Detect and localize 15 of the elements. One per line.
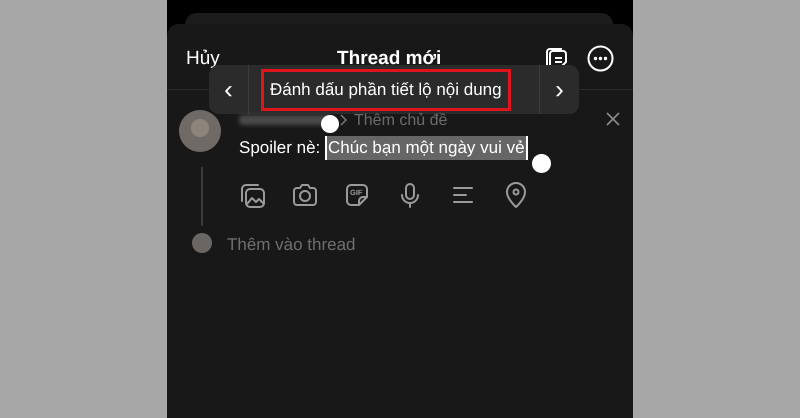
- camera-icon[interactable]: [292, 183, 318, 207]
- more-icon[interactable]: [587, 45, 614, 72]
- gallery-icon[interactable]: [240, 183, 266, 209]
- selected-text[interactable]: Chúc bạn một ngày vui vẻ: [325, 136, 528, 160]
- close-icon[interactable]: [606, 112, 620, 126]
- avatar: [179, 110, 221, 152]
- post-text[interactable]: Spoiler nè:: [239, 135, 325, 160]
- small-avatar: [192, 233, 212, 253]
- chevron-icon: [339, 114, 347, 126]
- list-icon[interactable]: [452, 186, 474, 204]
- microphone-icon[interactable]: [401, 183, 419, 208]
- spoiler-menu-item[interactable]: Đánh dấu phần tiết lộ nội dung: [261, 68, 511, 110]
- next-button[interactable]: ›: [539, 65, 579, 114]
- window-title: Thread mới: [337, 46, 442, 71]
- location-pin-icon[interactable]: [505, 182, 527, 209]
